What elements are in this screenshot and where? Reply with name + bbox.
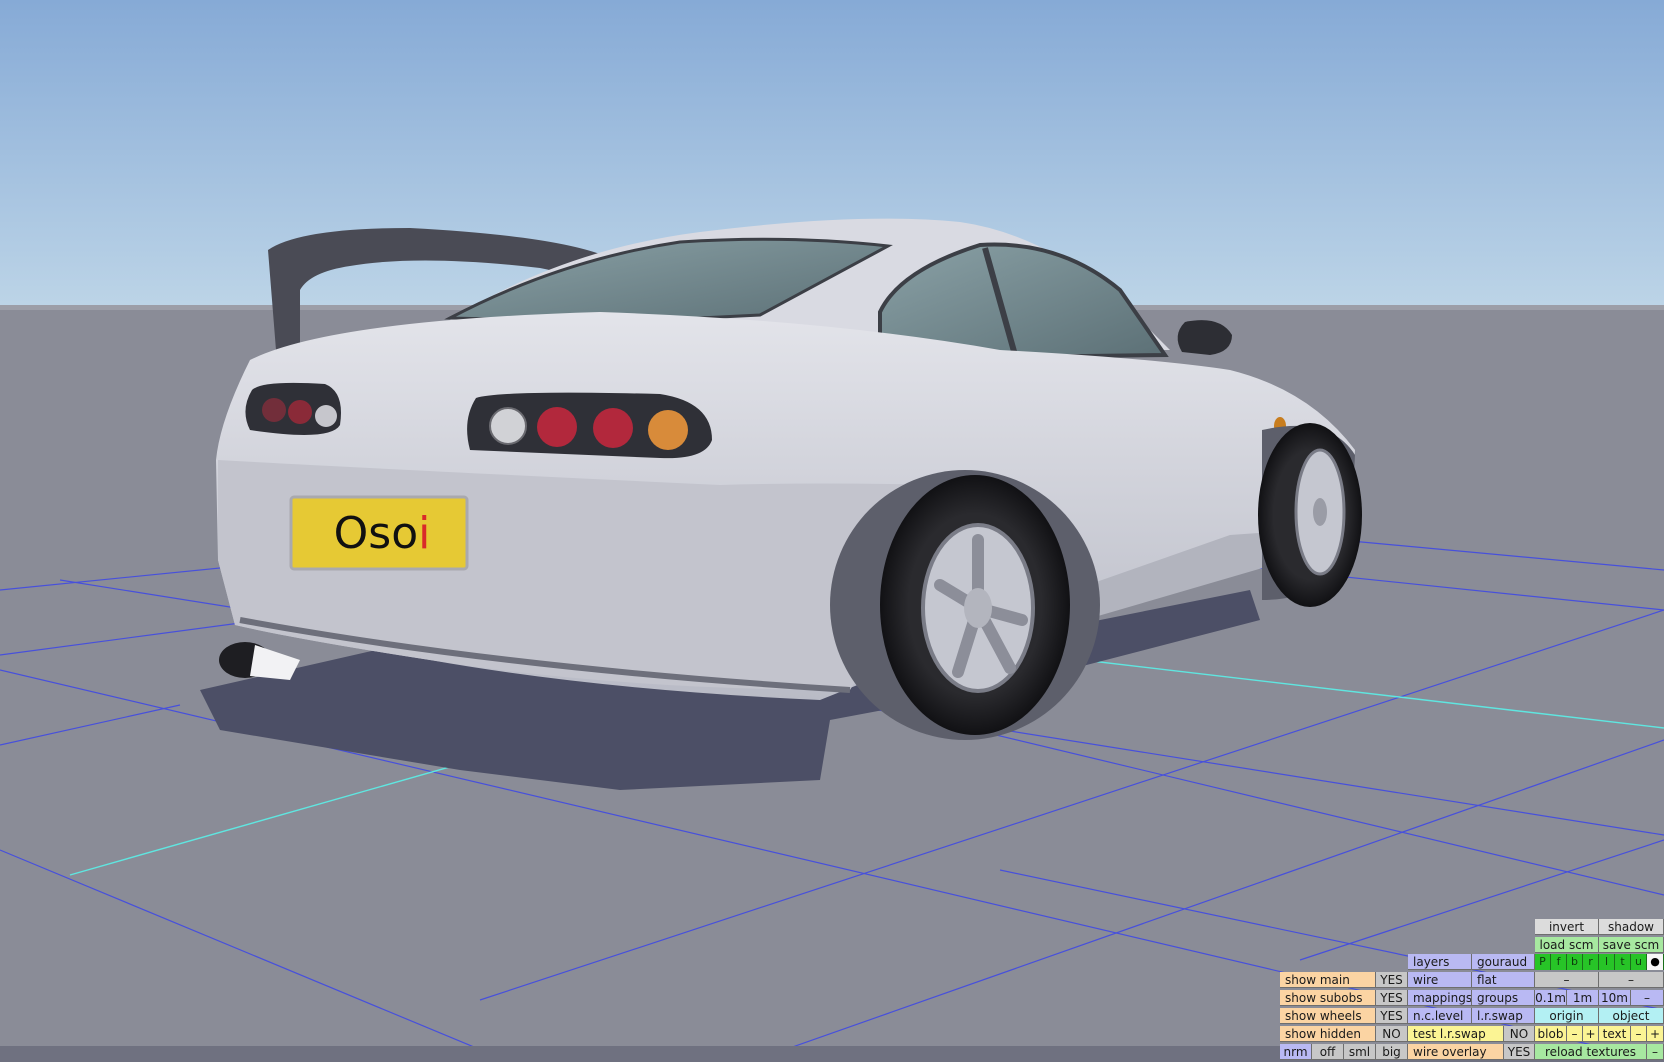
- flat-button[interactable]: flat: [1472, 972, 1535, 988]
- view-button-f[interactable]: f: [1551, 954, 1567, 970]
- blob-plus-button[interactable]: +: [1583, 1026, 1599, 1042]
- blob-minus-button[interactable]: –: [1567, 1026, 1583, 1042]
- show-hidden-value[interactable]: NO: [1376, 1026, 1408, 1042]
- reload-minus-button[interactable]: –: [1647, 1044, 1664, 1060]
- show-hidden-button[interactable]: show hidden: [1280, 1026, 1376, 1042]
- text-minus-button[interactable]: –: [1631, 1026, 1647, 1042]
- groups-button[interactable]: groups: [1472, 990, 1535, 1006]
- grid-1m-button[interactable]: 1m: [1567, 990, 1599, 1006]
- show-main-value[interactable]: YES: [1376, 972, 1408, 988]
- show-wheels-button[interactable]: show wheels: [1280, 1008, 1376, 1024]
- dash-button-2[interactable]: –: [1599, 972, 1664, 988]
- 3d-viewport[interactable]: Osoi: [0, 0, 1664, 1062]
- show-wheels-value[interactable]: YES: [1376, 1008, 1408, 1024]
- tail-light-left: [245, 382, 341, 435]
- text-plus-button[interactable]: +: [1647, 1026, 1664, 1042]
- show-main-button[interactable]: show main: [1280, 972, 1376, 988]
- nc-level-button[interactable]: n.c.level: [1408, 1008, 1472, 1024]
- lr-swap-button[interactable]: l.r.swap: [1472, 1008, 1535, 1024]
- invert-button[interactable]: invert: [1535, 919, 1599, 935]
- layers-button[interactable]: layers: [1408, 954, 1472, 970]
- view-button-t[interactable]: t: [1615, 954, 1631, 970]
- shadow-button[interactable]: shadow: [1599, 919, 1664, 935]
- view-button-l[interactable]: l: [1599, 954, 1615, 970]
- grid-dash-button[interactable]: –: [1631, 990, 1664, 1006]
- plate-text-dark: Oso: [334, 508, 418, 559]
- save-scm-button[interactable]: save scm: [1599, 937, 1664, 953]
- view-button-b[interactable]: b: [1567, 954, 1583, 970]
- show-subobs-button[interactable]: show subobs: [1280, 990, 1376, 1006]
- off-button[interactable]: off: [1312, 1044, 1344, 1060]
- small-button[interactable]: sml: [1344, 1044, 1376, 1060]
- gouraud-button[interactable]: gouraud: [1472, 954, 1535, 970]
- blob-button[interactable]: blob: [1535, 1026, 1567, 1042]
- load-scm-button[interactable]: load scm: [1535, 937, 1599, 953]
- license-plate: Osoi: [289, 495, 469, 571]
- wire-overlay-button[interactable]: wire overlay: [1408, 1044, 1504, 1060]
- view-button-u[interactable]: u: [1631, 954, 1647, 970]
- object-button[interactable]: object: [1599, 1008, 1664, 1024]
- front-wheel: [1258, 423, 1362, 607]
- text-button[interactable]: text: [1599, 1026, 1631, 1042]
- wire-button[interactable]: wire: [1408, 972, 1472, 988]
- normal-size-button[interactable]: nrm: [1280, 1044, 1312, 1060]
- view-button-r[interactable]: r: [1583, 954, 1599, 970]
- grid-0-1m-button[interactable]: 0.1m: [1535, 990, 1567, 1006]
- tail-light-right: [467, 392, 712, 459]
- svg-text:Osoi: Osoi: [334, 508, 431, 559]
- view-button-p[interactable]: P: [1535, 954, 1551, 970]
- wire-overlay-value[interactable]: YES: [1504, 1044, 1535, 1060]
- test-lr-swap-button[interactable]: test l.r.swap: [1408, 1026, 1504, 1042]
- rear-wheel: [830, 470, 1100, 740]
- big-button[interactable]: big: [1376, 1044, 1408, 1060]
- mappings-button[interactable]: mappings: [1408, 990, 1472, 1006]
- dash-button-1[interactable]: –: [1535, 972, 1599, 988]
- origin-button[interactable]: origin: [1535, 1008, 1599, 1024]
- grid-10m-button[interactable]: 10m: [1599, 990, 1631, 1006]
- view-dot-button[interactable]: ●: [1647, 954, 1664, 970]
- show-subobs-value[interactable]: YES: [1376, 990, 1408, 1006]
- plate-text-red: i: [418, 508, 430, 559]
- test-lr-swap-value[interactable]: NO: [1504, 1026, 1535, 1042]
- reload-textures-button[interactable]: reload textures: [1535, 1044, 1647, 1060]
